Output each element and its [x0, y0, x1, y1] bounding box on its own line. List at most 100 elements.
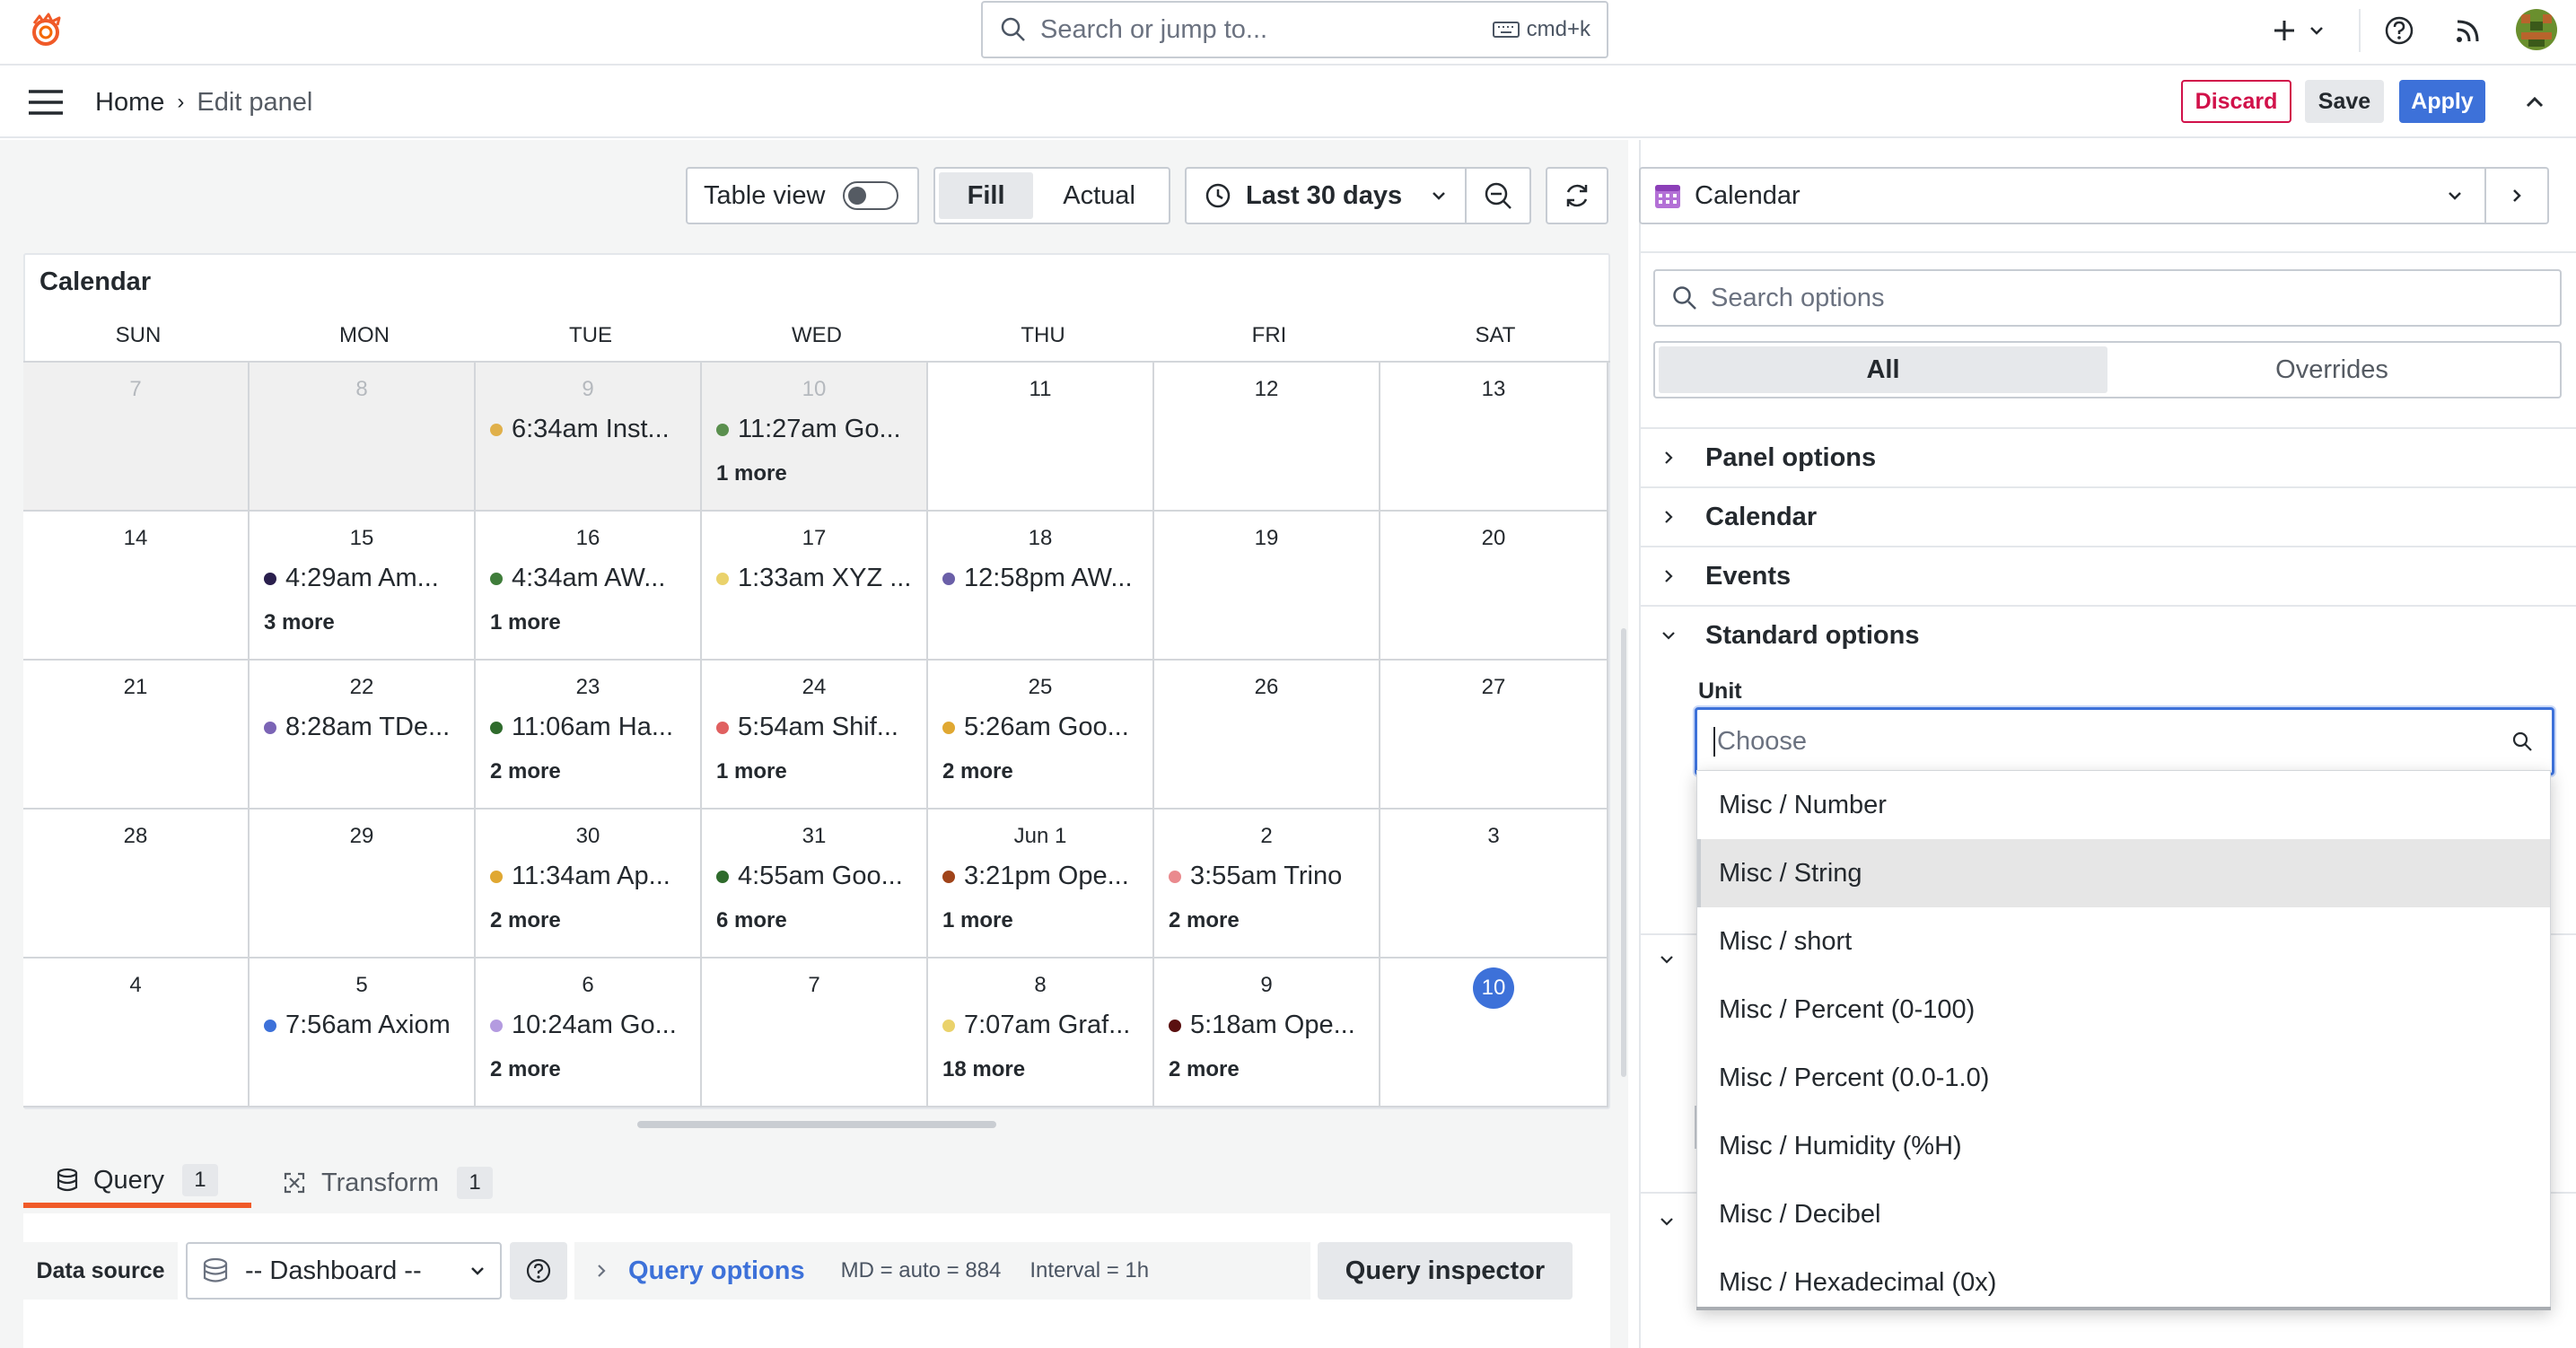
data-source-select[interactable]: -- Dashboard --: [186, 1242, 502, 1300]
global-search-input[interactable]: Search or jump to... cmd+k: [981, 1, 1608, 58]
query-inspector-button[interactable]: Query inspector: [1318, 1242, 1573, 1300]
calendar-event[interactable]: 4:34am AW...: [490, 564, 693, 593]
tab-query[interactable]: Query 1: [23, 1158, 251, 1208]
grafana-logo-icon[interactable]: [25, 11, 66, 52]
refresh-button[interactable]: [1546, 167, 1608, 224]
calendar-event[interactable]: 7:56am Axiom: [264, 1011, 467, 1040]
tab-all[interactable]: All: [1659, 346, 2107, 393]
calendar-day-cell[interactable]: 27: [1380, 661, 1608, 810]
zoom-out-button[interactable]: [1467, 167, 1531, 224]
calendar-day-cell[interactable]: 3: [1380, 810, 1608, 958]
more-events-link[interactable]: 3 more: [264, 610, 335, 635]
calendar-day-cell[interactable]: 10: [1380, 958, 1608, 1107]
actual-button[interactable]: Actual: [1033, 172, 1165, 219]
calendar-day-cell[interactable]: 7: [702, 958, 928, 1107]
calendar-day-cell[interactable]: 13: [1380, 363, 1608, 512]
calendar-day-cell[interactable]: 10 11:27am Go... 1 more: [702, 363, 928, 512]
discard-button[interactable]: Discard: [2181, 80, 2291, 123]
calendar-day-cell[interactable]: 23 11:06am Ha... 2 more: [476, 661, 702, 810]
calendar-day-cell[interactable]: Jun 1 3:21pm Ope... 1 more: [928, 810, 1154, 958]
unit-option[interactable]: Misc / String: [1697, 839, 2550, 907]
calendar-day-cell[interactable]: 16 4:34am AW... 1 more: [476, 512, 702, 661]
resize-handle[interactable]: [637, 1121, 996, 1128]
calendar-day-cell[interactable]: 24 5:54am Shif... 1 more: [702, 661, 928, 810]
user-avatar[interactable]: [2516, 9, 2557, 50]
fill-button[interactable]: Fill: [939, 172, 1034, 219]
unit-option[interactable]: Misc / Number: [1697, 771, 2550, 839]
time-range-picker[interactable]: Last 30 days: [1185, 167, 1467, 224]
unit-option[interactable]: Misc / Decibel: [1697, 1180, 2550, 1248]
chevron-down-icon[interactable]: [1657, 1212, 1677, 1231]
calendar-event[interactable]: 11:06am Ha...: [490, 713, 693, 742]
calendar-day-cell[interactable]: 29: [250, 810, 476, 958]
calendar-day-cell[interactable]: 8 7:07am Graf... 18 more: [928, 958, 1154, 1107]
unit-option[interactable]: Misc / Humidity (%H): [1697, 1112, 2550, 1180]
calendar-event[interactable]: 6:34am Inst...: [490, 415, 693, 444]
calendar-day-cell[interactable]: 9 5:18am Ope... 2 more: [1154, 958, 1380, 1107]
hamburger-menu-icon[interactable]: [27, 87, 65, 118]
calendar-day-cell[interactable]: 2 3:55am Trino 2 more: [1154, 810, 1380, 958]
more-events-link[interactable]: 2 more: [942, 759, 1013, 784]
calendar-day-cell[interactable]: 8: [250, 363, 476, 512]
calendar-event[interactable]: 4:55am Goo...: [716, 862, 919, 891]
calendar-day-cell[interactable]: 28: [23, 810, 250, 958]
unit-option[interactable]: Misc / Percent (0.0-1.0): [1697, 1044, 2550, 1112]
chevron-up-icon[interactable]: [2520, 88, 2549, 117]
toggle-switch[interactable]: [843, 181, 899, 210]
more-events-link[interactable]: 6 more: [716, 908, 787, 933]
more-events-link[interactable]: 1 more: [942, 908, 1013, 933]
calendar-event[interactable]: 12:58pm AW...: [942, 564, 1145, 593]
calendar-day-cell[interactable]: 9 6:34am Inst...: [476, 363, 702, 512]
visualization-picker[interactable]: Calendar: [1639, 167, 2486, 224]
collapse-options-button[interactable]: [2486, 167, 2549, 224]
more-events-link[interactable]: 1 more: [490, 610, 561, 635]
more-events-link[interactable]: 1 more: [716, 759, 787, 784]
more-events-link[interactable]: 2 more: [1169, 1057, 1240, 1082]
more-events-link[interactable]: 1 more: [716, 461, 787, 486]
calendar-day-cell[interactable]: 11: [928, 363, 1154, 512]
calendar-event[interactable]: 10:24am Go...: [490, 1011, 693, 1040]
calendar-day-cell[interactable]: 12: [1154, 363, 1380, 512]
calendar-event[interactable]: 11:27am Go...: [716, 415, 919, 444]
calendar-day-cell[interactable]: 19: [1154, 512, 1380, 661]
data-source-help-button[interactable]: [510, 1242, 567, 1300]
section-panel-options[interactable]: Panel options: [1639, 427, 2576, 486]
more-events-link[interactable]: 2 more: [490, 1057, 561, 1082]
section-events[interactable]: Events: [1639, 546, 2576, 605]
calendar-event[interactable]: 5:18am Ope...: [1169, 1011, 1371, 1040]
calendar-day-cell[interactable]: 17 1:33am XYZ ...: [702, 512, 928, 661]
chevron-down-icon[interactable]: [1657, 950, 1677, 969]
calendar-day-cell[interactable]: 26: [1154, 661, 1380, 810]
calendar-day-cell[interactable]: 22 8:28am TDe...: [250, 661, 476, 810]
calendar-event[interactable]: 1:33am XYZ ...: [716, 564, 919, 593]
calendar-day-cell[interactable]: 20: [1380, 512, 1608, 661]
calendar-event[interactable]: 5:54am Shif...: [716, 713, 919, 742]
dropdown-scrollbar[interactable]: [1696, 1307, 2551, 1310]
calendar-day-cell[interactable]: 21: [23, 661, 250, 810]
calendar-event[interactable]: 4:29am Am...: [264, 564, 467, 593]
calendar-day-cell[interactable]: 5 7:56am Axiom: [250, 958, 476, 1107]
new-menu-button[interactable]: [2271, 13, 2334, 48]
calendar-day-cell[interactable]: 31 4:55am Goo... 6 more: [702, 810, 928, 958]
section-standard-options[interactable]: Standard options: [1639, 605, 2576, 664]
more-events-link[interactable]: 2 more: [490, 908, 561, 933]
calendar-day-cell[interactable]: 30 11:34am Ap... 2 more: [476, 810, 702, 958]
calendar-event[interactable]: 3:21pm Ope...: [942, 862, 1145, 891]
calendar-event[interactable]: 11:34am Ap...: [490, 862, 693, 891]
tab-overrides[interactable]: Overrides: [2107, 346, 2556, 393]
calendar-event[interactable]: 8:28am TDe...: [264, 713, 467, 742]
apply-button[interactable]: Apply: [2399, 80, 2485, 123]
unit-input[interactable]: Choose: [1695, 707, 2554, 775]
tab-transform[interactable]: Transform 1: [266, 1158, 526, 1208]
query-options-bar[interactable]: Query options MD = auto = 884 Interval =…: [574, 1242, 1310, 1300]
more-events-link[interactable]: 18 more: [942, 1057, 1025, 1082]
save-button[interactable]: Save: [2305, 80, 2384, 123]
calendar-day-cell[interactable]: 18 12:58pm AW...: [928, 512, 1154, 661]
rss-feed-icon[interactable]: [2452, 14, 2484, 47]
unit-option[interactable]: Misc / Percent (0-100): [1697, 976, 2550, 1044]
calendar-day-cell[interactable]: 15 4:29am Am... 3 more: [250, 512, 476, 661]
calendar-day-cell[interactable]: 7: [23, 363, 250, 512]
vertical-scrollbar[interactable]: [1621, 628, 1626, 1077]
calendar-event[interactable]: 7:07am Graf...: [942, 1011, 1145, 1040]
more-events-link[interactable]: 2 more: [1169, 908, 1240, 933]
